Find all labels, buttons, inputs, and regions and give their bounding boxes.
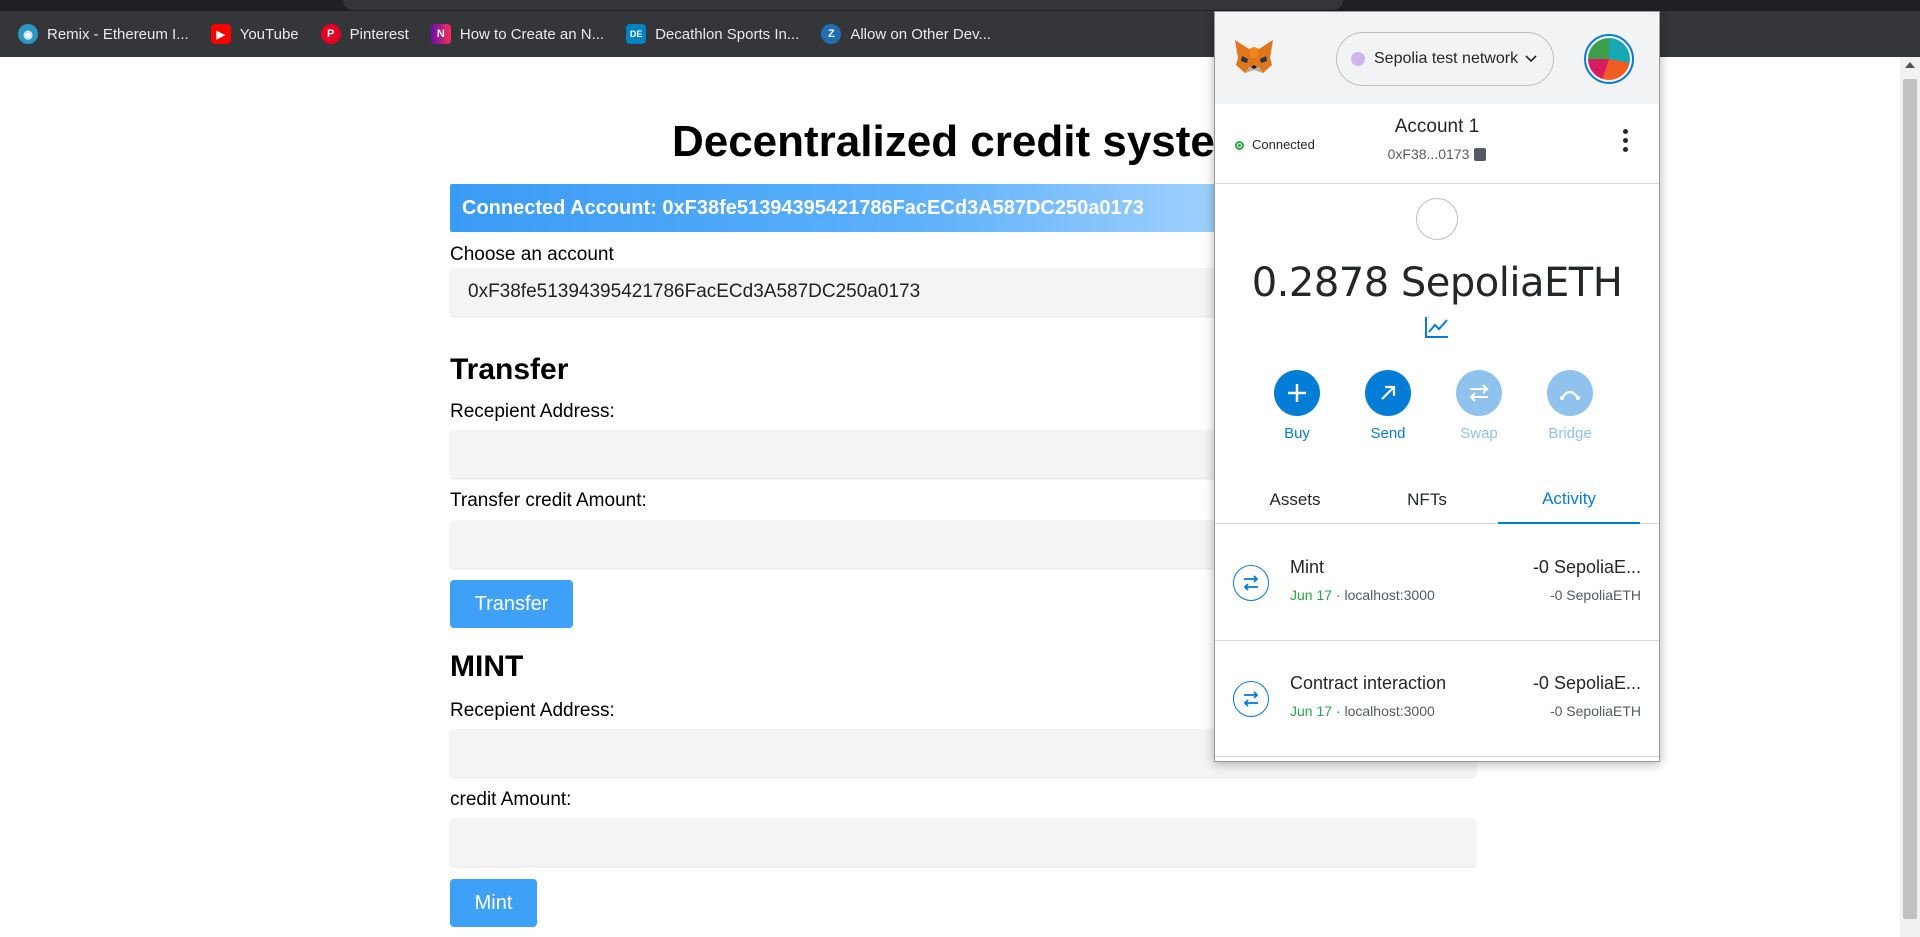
scroll-thumb[interactable] [1903, 79, 1917, 919]
transfer-amount-label: Transfer credit Amount: [450, 490, 647, 511]
bridge-icon [1547, 370, 1593, 416]
bookmark-label: Pinterest [349, 25, 409, 43]
bookmark-label: How to Create an N... [459, 25, 605, 43]
account-name: Account 1 [1394, 116, 1480, 137]
bookmark-decathlon[interactable]: DE Decathlon Sports In... [626, 24, 799, 44]
activity-subtitle: Jun 17 · localhost:3000 [1290, 587, 1435, 603]
mint-recipient-label: Recepient Address: [450, 700, 615, 721]
scroll-up-arrow-icon[interactable] [1905, 62, 1915, 68]
account-avatar[interactable] [1584, 34, 1634, 84]
youtube-icon: ▶ [210, 24, 231, 44]
pinterest-icon: P [320, 24, 341, 44]
activity-date: Jun 17 [1290, 587, 1333, 603]
activity-item-mint[interactable]: Mint Jun 17 · localhost:3000 -0 SepoliaE… [1215, 525, 1659, 641]
activity-item-contract-interaction[interactable]: Contract interaction Jun 17 · localhost:… [1215, 641, 1659, 757]
bookmark-remix[interactable]: ◉ Remix - Ethereum I... [18, 24, 189, 44]
activity-amount-secondary: -0 SepoliaETH [1549, 703, 1641, 719]
plus-icon [1274, 370, 1320, 416]
mint-button[interactable]: Mint [450, 879, 537, 927]
zoho-icon: Z [821, 24, 842, 44]
bookmark-allow-devices[interactable]: Z Allow on Other Dev... [821, 24, 991, 44]
bookmark-n-icon: N [430, 24, 451, 44]
metamask-fox-icon[interactable] [1233, 38, 1275, 76]
mint-heading: MINT [450, 650, 524, 683]
send-arrow-icon [1365, 370, 1411, 416]
activity-amount-secondary: -0 SepoliaETH [1549, 587, 1641, 603]
swap-button[interactable]: Swap [1449, 370, 1509, 442]
transaction-swap-icon [1233, 681, 1269, 717]
send-button[interactable]: Send [1358, 370, 1418, 442]
activity-title: Contract interaction [1290, 673, 1447, 693]
choose-account-label: Choose an account [450, 244, 614, 265]
metamask-tabs: Assets NFTs Activity [1215, 476, 1659, 524]
tab-activity[interactable]: Activity [1498, 476, 1640, 524]
activity-origin: · localhost:3000 [1332, 587, 1435, 603]
metamask-header: Sepolia test network [1215, 12, 1659, 104]
copy-icon[interactable] [1474, 148, 1487, 161]
activity-origin: · localhost:3000 [1332, 703, 1435, 719]
bookmark-label: Remix - Ethereum I... [47, 25, 189, 43]
bookmark-label: YouTube [239, 25, 299, 43]
bookmark-label: Allow on Other Dev... [850, 25, 991, 43]
decathlon-icon: DE [626, 24, 647, 44]
address-bar[interactable] [343, 0, 1343, 10]
bookmark-create-nft[interactable]: N How to Create an N... [430, 24, 605, 44]
activity-amount: -0 SepoliaE... [1532, 673, 1641, 693]
remix-icon: ◉ [18, 24, 38, 44]
network-selector[interactable]: Sepolia test network [1336, 32, 1554, 86]
activity-date: Jun 17 [1290, 703, 1333, 719]
metamask-popup: Sepolia test network Connected Account 1… [1214, 11, 1660, 762]
page-scrollbar[interactable] [1900, 57, 1920, 937]
buy-button[interactable]: Buy [1267, 370, 1327, 442]
tab-assets[interactable]: Assets [1233, 476, 1357, 524]
bridge-button[interactable]: Bridge [1540, 370, 1600, 442]
token-icon [1416, 198, 1458, 240]
transfer-heading: Transfer [450, 353, 569, 386]
account-bar: Connected Account 1 0xF38...0173 [1215, 104, 1659, 184]
more-options-icon[interactable] [1623, 129, 1629, 155]
transfer-button[interactable]: Transfer [450, 580, 573, 628]
swap-icon [1456, 370, 1502, 416]
transfer-recipient-label: Recepient Address: [450, 401, 615, 422]
chevron-down-icon [1525, 50, 1537, 66]
activity-title: Mint [1290, 557, 1325, 577]
activity-amount: -0 SepoliaE... [1532, 557, 1641, 577]
mint-amount-input[interactable] [450, 818, 1476, 866]
activity-subtitle: Jun 17 · localhost:3000 [1290, 703, 1435, 719]
account-address[interactable]: 0xF38...0173 [1215, 146, 1659, 162]
bookmark-youtube[interactable]: ▶ YouTube [210, 24, 299, 44]
portfolio-chart-icon[interactable] [1424, 315, 1450, 339]
bookmark-label: Decathlon Sports In... [655, 25, 800, 43]
tab-nfts[interactable]: NFTs [1365, 476, 1489, 524]
account-address-text: 0xF38...0173 [1387, 146, 1470, 162]
network-label: Sepolia test network [1374, 50, 1519, 67]
mint-amount-label: credit Amount: [450, 789, 572, 810]
bookmark-pinterest[interactable]: P Pinterest [320, 24, 409, 44]
bridge-label: Bridge [1548, 425, 1592, 442]
swap-label: Swap [1460, 425, 1498, 442]
transaction-swap-icon [1233, 565, 1269, 601]
buy-label: Buy [1284, 425, 1310, 442]
send-label: Send [1370, 425, 1406, 442]
network-dot-icon [1351, 52, 1365, 66]
balance-amount: 0.2878 SepoliaETH [1251, 260, 1623, 306]
